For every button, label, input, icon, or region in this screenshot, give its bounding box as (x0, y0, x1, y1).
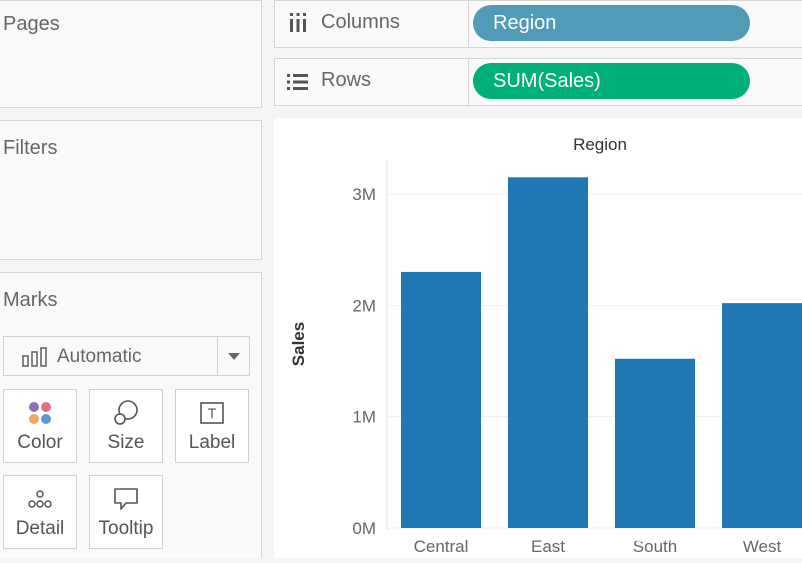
detail-dots-icon (4, 484, 76, 514)
bar-chart-icon (22, 347, 47, 367)
columns-icon (290, 13, 306, 32)
bar-west[interactable] (722, 303, 802, 528)
bar-south[interactable] (615, 358, 695, 528)
size-button[interactable]: Size (89, 389, 163, 463)
label-label: Label (188, 432, 236, 453)
detail-label: Detail (15, 518, 65, 539)
color-button[interactable]: Color (3, 389, 77, 463)
mark-type-label: Automatic (57, 346, 142, 367)
y-tick-label: 3M (352, 185, 376, 204)
shelf-divider (468, 59, 469, 105)
pages-card: Pages (0, 0, 262, 108)
tooltip-label: Tooltip (98, 518, 154, 539)
columns-label: Columns (321, 11, 400, 33)
y-tick-label: 0M (352, 519, 376, 538)
marks-title: Marks (3, 289, 58, 311)
x-tick-label: Central (414, 537, 469, 556)
chart-area: 0M 1M 2M 3M Central East South West Region Sal… (274, 118, 802, 558)
chevron-down-icon[interactable] (227, 352, 241, 361)
rows-shelf[interactable]: Rows SUM(Sales) (274, 58, 802, 106)
shelf-divider (468, 1, 469, 47)
rows-label: Rows (321, 69, 372, 91)
mark-type-dropdown[interactable]: Automatic (3, 336, 250, 376)
color-dots-icon (4, 398, 76, 428)
sum-sales-pill[interactable]: SUM(Sales) (473, 63, 750, 99)
color-label: Color (17, 432, 63, 453)
detail-button[interactable]: Detail (3, 475, 77, 549)
pages-title: Pages (3, 13, 60, 35)
region-pill[interactable]: Region (473, 5, 750, 41)
columns-shelf[interactable]: Columns Region (274, 0, 802, 48)
filters-title: Filters (3, 137, 58, 159)
label-button[interactable]: T Label (175, 389, 249, 463)
tooltip-bubble-icon (90, 484, 162, 514)
watermark: CSDN @LIQING LIN (622, 527, 786, 546)
y-tick-label: 2M (352, 296, 376, 315)
size-circles-icon (90, 398, 162, 428)
y-axis-label: Sales (289, 322, 308, 366)
size-label: Size (107, 432, 145, 453)
rows-icon (287, 74, 308, 90)
x-tick-label: East (531, 537, 565, 556)
bar-chart: 0M1M2M3M Central East South West Region Sal… (289, 135, 802, 556)
dropdown-divider (217, 337, 218, 375)
y-tick-label: 1M (352, 408, 376, 427)
bar-central[interactable] (401, 271, 481, 528)
filters-card[interactable]: Filters (0, 120, 262, 260)
bar-east[interactable] (508, 177, 588, 529)
tooltip-button[interactable]: Tooltip (89, 475, 163, 549)
chart-title: Region (573, 135, 627, 154)
svg-text:T: T (208, 405, 217, 421)
label-T-icon: T (176, 398, 248, 428)
